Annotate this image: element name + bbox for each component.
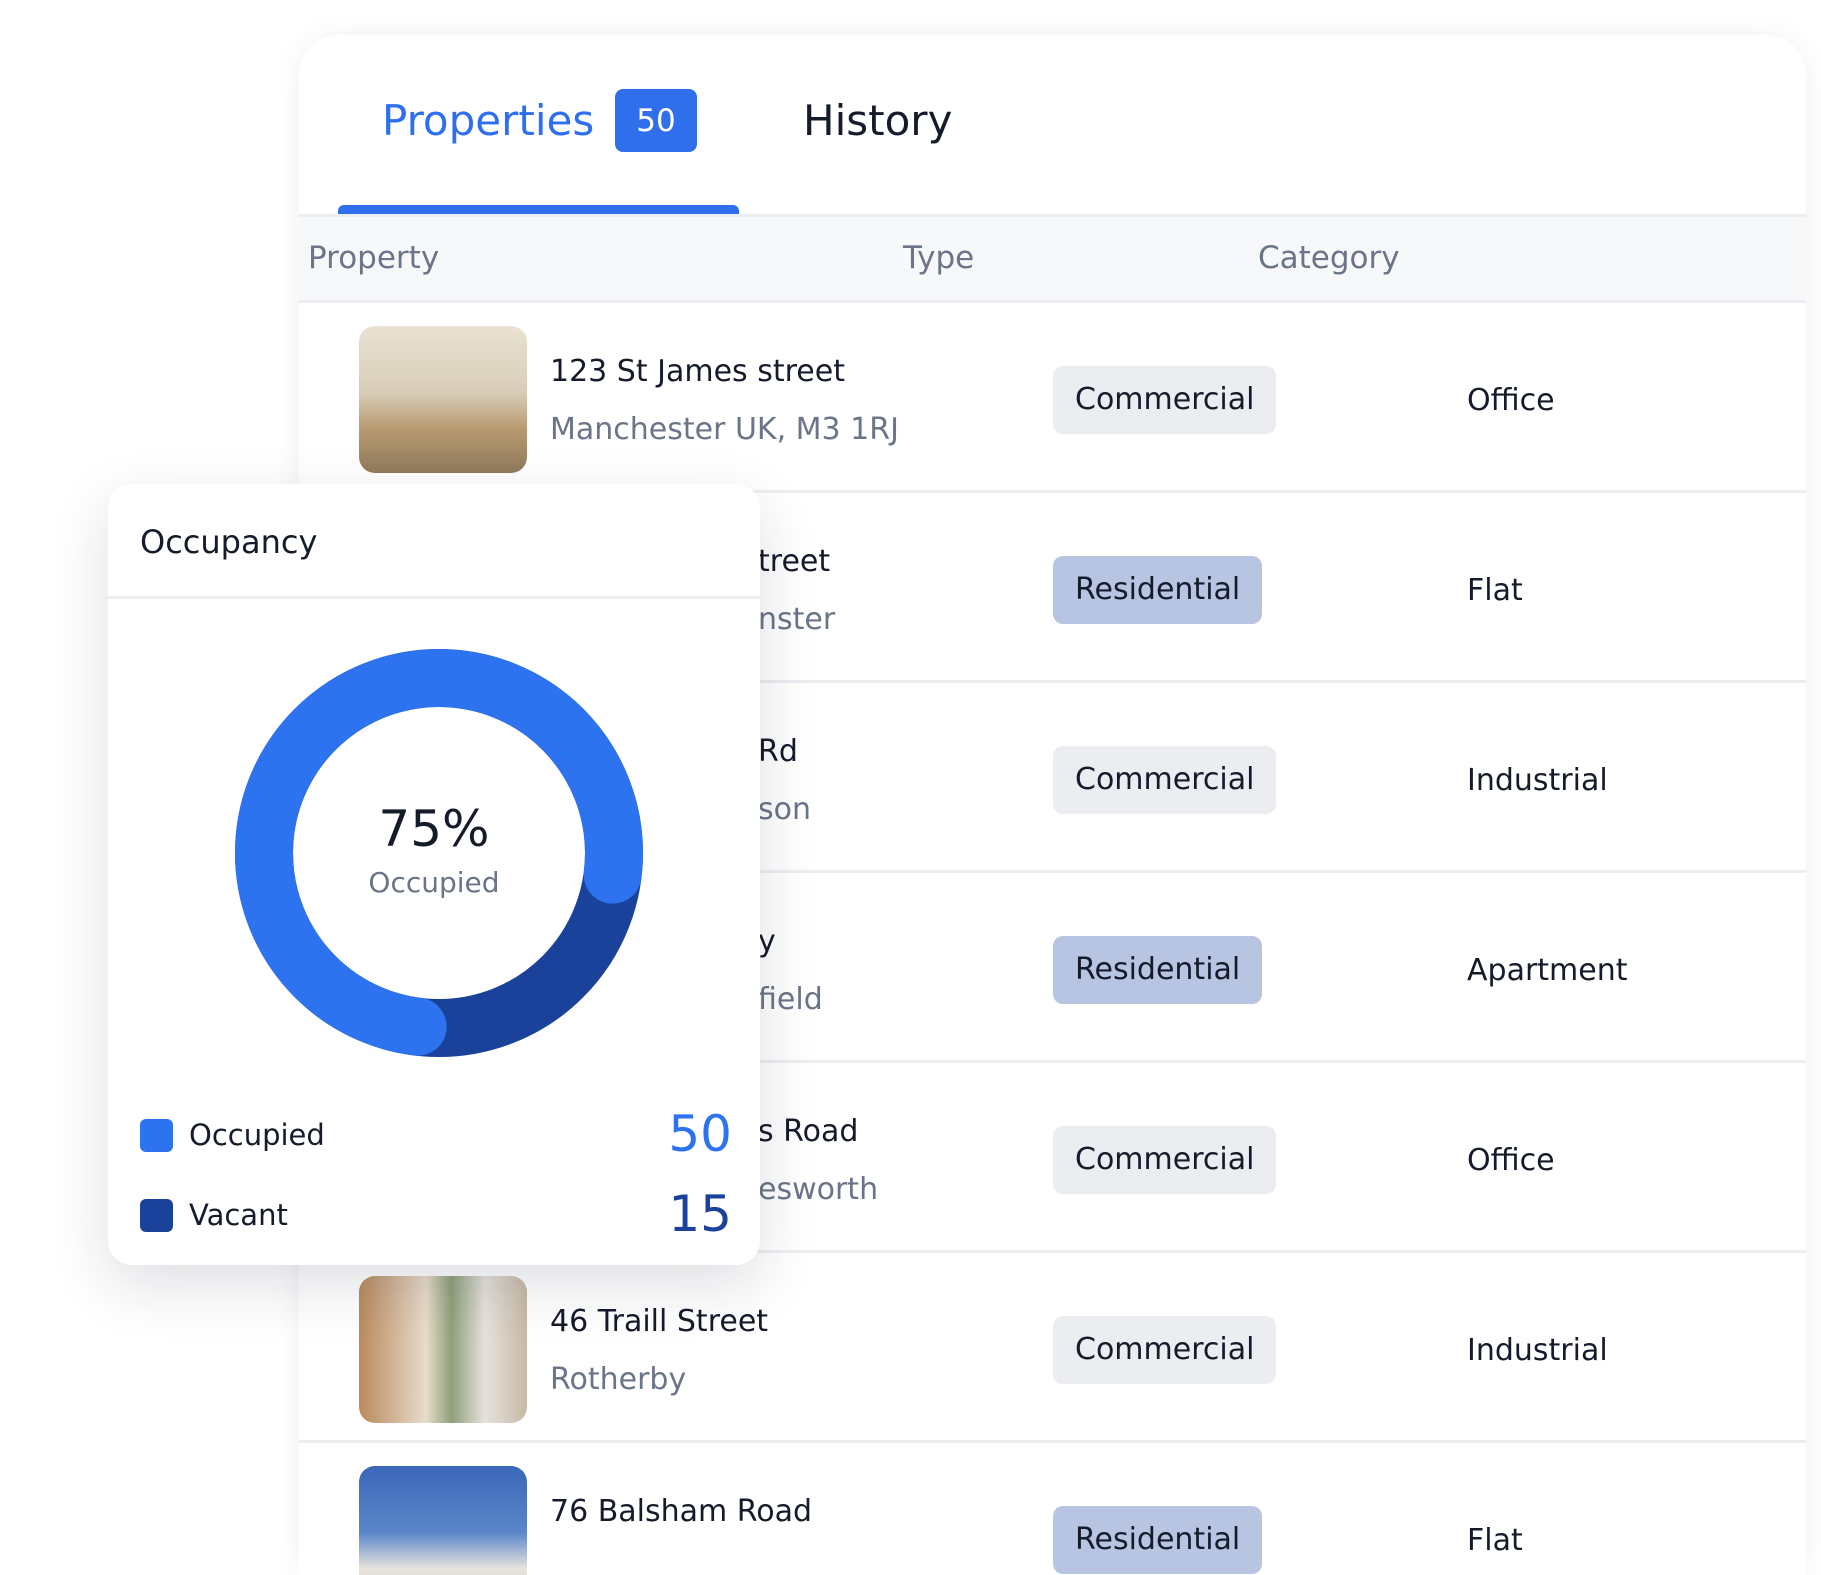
property-city: field xyxy=(758,982,823,1017)
column-header-property[interactable]: Property xyxy=(308,217,439,300)
property-address: y xyxy=(758,924,776,959)
table-row[interactable]: 76 Balsham Road Residential Flat xyxy=(299,1443,1806,1575)
table-row[interactable]: 46 Traill Street Rotherby Commercial Indust… xyxy=(299,1253,1806,1443)
column-header-category[interactable]: Category xyxy=(1258,217,1400,300)
occupancy-title: Occupancy xyxy=(140,523,318,561)
type-badge: Commercial xyxy=(1053,366,1277,434)
property-photo xyxy=(359,1276,527,1423)
property-category: Apartment xyxy=(1467,953,1628,988)
legend-value: 50 xyxy=(668,1105,732,1163)
legend-swatch-vacant xyxy=(140,1199,173,1232)
legend-swatch-occupied xyxy=(140,1119,173,1152)
table-header: Property Type Category xyxy=(299,214,1806,303)
property-address: 123 St James street xyxy=(550,354,845,389)
type-badge: Residential xyxy=(1053,936,1263,1004)
legend-vacant: Vacant 15 xyxy=(140,1184,732,1244)
type-badge: Residential xyxy=(1053,1506,1263,1574)
column-header-type[interactable]: Type xyxy=(903,217,974,300)
legend-value: 15 xyxy=(668,1185,732,1243)
type-badge: Commercial xyxy=(1053,1316,1277,1384)
property-photo xyxy=(359,1466,527,1575)
legend-label: Occupied xyxy=(189,1118,325,1152)
divider xyxy=(108,596,760,599)
property-category: Industrial xyxy=(1467,763,1608,798)
type-badge: Commercial xyxy=(1053,1126,1277,1194)
properties-count-badge: 50 xyxy=(615,89,697,152)
property-city: esworth xyxy=(758,1172,879,1207)
property-city: Manchester UK, M3 1RJ xyxy=(550,412,899,447)
occupancy-percent: 75% xyxy=(378,800,490,858)
type-badge: Commercial xyxy=(1053,746,1277,814)
property-photo xyxy=(359,326,527,473)
property-address: Rd xyxy=(758,734,798,769)
property-address: 46 Traill Street xyxy=(550,1304,769,1339)
property-address: treet xyxy=(758,544,831,579)
property-category: Office xyxy=(1467,1143,1555,1178)
property-address: s Road xyxy=(758,1114,859,1149)
property-city: Rotherby xyxy=(550,1362,687,1397)
legend-label: Vacant xyxy=(189,1198,288,1232)
property-category: Flat xyxy=(1467,573,1523,608)
tab-properties[interactable]: Properties xyxy=(382,89,594,153)
property-address: 76 Balsham Road xyxy=(550,1494,813,1529)
table-row[interactable]: 123 St James street Manchester UK, M3 1RJ… xyxy=(299,303,1806,493)
property-city: son xyxy=(758,792,811,827)
tab-history[interactable]: History xyxy=(803,89,952,153)
type-badge: Residential xyxy=(1053,556,1263,624)
property-category: Flat xyxy=(1467,1523,1523,1558)
legend-occupied: Occupied 50 xyxy=(140,1104,732,1164)
property-city: nster xyxy=(758,602,836,637)
occupancy-center-label: Occupied xyxy=(368,866,500,899)
property-category: Office xyxy=(1467,383,1555,418)
occupancy-card: Occupancy 75% Occupied Occupied 50 Vacan… xyxy=(108,484,760,1265)
property-category: Industrial xyxy=(1467,1333,1608,1368)
